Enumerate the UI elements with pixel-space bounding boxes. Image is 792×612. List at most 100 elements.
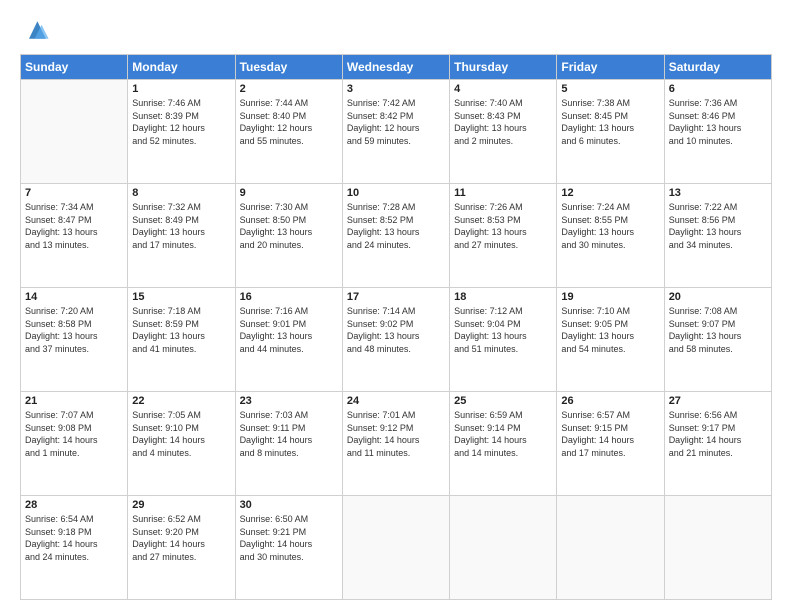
day-info: Sunrise: 7:20 AMSunset: 8:58 PMDaylight:… xyxy=(25,305,123,355)
calendar-cell: 28 Sunrise: 6:54 AMSunset: 9:18 PMDayligh… xyxy=(21,496,128,600)
calendar-week-1: 1Sunrise: 7:46 AMSunset: 8:39 PMDaylight… xyxy=(21,80,772,184)
calendar-week-5: 28 Sunrise: 6:54 AMSunset: 9:18 PMDayligh… xyxy=(21,496,772,600)
day-info: Sunrise: 7:40 AMSunset: 8:43 PMDaylight:… xyxy=(454,97,552,147)
day-info: Sunrise: 7:16 AMSunset: 9:01 PMDaylight:… xyxy=(240,305,338,355)
weekday-header-wednesday: Wednesday xyxy=(342,55,449,80)
logo xyxy=(20,16,50,44)
calendar-cell: 21 Sunrise: 7:07 AMSunset: 9:08 PMDayligh… xyxy=(21,392,128,496)
calendar-cell: 17 Sunrise: 7:14 AMSunset: 9:02 PMDayligh… xyxy=(342,288,449,392)
weekday-header-row: SundayMondayTuesdayWednesdayThursdayFrid… xyxy=(21,55,772,80)
day-number: 23 xyxy=(240,395,338,407)
day-number: 16 xyxy=(240,291,338,303)
day-info: Sunrise: 7:30 AMSunset: 8:50 PMDaylight:… xyxy=(240,201,338,251)
day-info: Sunrise: 6:56 AMSunset: 9:17 PMDaylight:… xyxy=(669,409,767,459)
day-number: 17 xyxy=(347,291,445,303)
day-number: 28 xyxy=(25,499,123,511)
day-info: Sunrise: 7:12 AMSunset: 9:04 PMDaylight:… xyxy=(454,305,552,355)
day-info: Sunrise: 7:07 AMSunset: 9:08 PMDaylight:… xyxy=(25,409,123,459)
weekday-header-saturday: Saturday xyxy=(664,55,771,80)
calendar-cell: 1Sunrise: 7:46 AMSunset: 8:39 PMDaylight… xyxy=(128,80,235,184)
day-number: 19 xyxy=(561,291,659,303)
day-number: 8 xyxy=(132,187,230,199)
calendar-cell: 7 Sunrise: 7:34 AMSunset: 8:47 PMDaylight… xyxy=(21,184,128,288)
calendar-cell: 3 Sunrise: 7:42 AMSunset: 8:42 PMDaylight… xyxy=(342,80,449,184)
header xyxy=(20,16,772,44)
calendar-cell: 4 Sunrise: 7:40 AMSunset: 8:43 PMDaylight… xyxy=(450,80,557,184)
day-number: 26 xyxy=(561,395,659,407)
day-info: Sunrise: 7:24 AMSunset: 8:55 PMDaylight:… xyxy=(561,201,659,251)
calendar-cell xyxy=(450,496,557,600)
day-info: Sunrise: 7:38 AMSunset: 8:45 PMDaylight:… xyxy=(561,97,659,147)
calendar-cell: 30 Sunrise: 6:50 AMSunset: 9:21 PMDayligh… xyxy=(235,496,342,600)
day-info: Sunrise: 7:26 AMSunset: 8:53 PMDaylight:… xyxy=(454,201,552,251)
calendar-cell xyxy=(21,80,128,184)
calendar-cell: 11Sunrise: 7:26 AMSunset: 8:53 PMDayligh… xyxy=(450,184,557,288)
calendar-cell: 26Sunrise: 6:57 AMSunset: 9:15 PMDayligh… xyxy=(557,392,664,496)
calendar-cell: 24 Sunrise: 7:01 AMSunset: 9:12 PMDayligh… xyxy=(342,392,449,496)
calendar-week-3: 14 Sunrise: 7:20 AMSunset: 8:58 PMDayligh… xyxy=(21,288,772,392)
calendar-cell: 6Sunrise: 7:36 AMSunset: 8:46 PMDaylight… xyxy=(664,80,771,184)
day-info: Sunrise: 7:42 AMSunset: 8:42 PMDaylight:… xyxy=(347,97,445,147)
calendar-cell: 10Sunrise: 7:28 AMSunset: 8:52 PMDayligh… xyxy=(342,184,449,288)
day-number: 10 xyxy=(347,187,445,199)
day-number: 21 xyxy=(25,395,123,407)
calendar-cell xyxy=(557,496,664,600)
day-number: 1 xyxy=(132,83,230,95)
day-number: 7 xyxy=(25,187,123,199)
day-info: Sunrise: 6:50 AMSunset: 9:21 PMDaylight:… xyxy=(240,513,338,563)
calendar-cell: 22 Sunrise: 7:05 AMSunset: 9:10 PMDayligh… xyxy=(128,392,235,496)
calendar-cell: 13Sunrise: 7:22 AMSunset: 8:56 PMDayligh… xyxy=(664,184,771,288)
weekday-header-sunday: Sunday xyxy=(21,55,128,80)
day-info: Sunrise: 7:08 AMSunset: 9:07 PMDaylight:… xyxy=(669,305,767,355)
calendar-cell: 19 Sunrise: 7:10 AMSunset: 9:05 PMDayligh… xyxy=(557,288,664,392)
calendar-cell: 9 Sunrise: 7:30 AMSunset: 8:50 PMDaylight… xyxy=(235,184,342,288)
day-info: Sunrise: 7:03 AMSunset: 9:11 PMDaylight:… xyxy=(240,409,338,459)
day-info: Sunrise: 7:14 AMSunset: 9:02 PMDaylight:… xyxy=(347,305,445,355)
calendar-cell: 29 Sunrise: 6:52 AMSunset: 9:20 PMDayligh… xyxy=(128,496,235,600)
calendar-cell: 15Sunrise: 7:18 AMSunset: 8:59 PMDayligh… xyxy=(128,288,235,392)
calendar: SundayMondayTuesdayWednesdayThursdayFrid… xyxy=(20,54,772,600)
day-number: 20 xyxy=(669,291,767,303)
weekday-header-friday: Friday xyxy=(557,55,664,80)
day-info: Sunrise: 7:10 AMSunset: 9:05 PMDaylight:… xyxy=(561,305,659,355)
day-info: Sunrise: 7:01 AMSunset: 9:12 PMDaylight:… xyxy=(347,409,445,459)
calendar-cell: 20 Sunrise: 7:08 AMSunset: 9:07 PMDayligh… xyxy=(664,288,771,392)
day-number: 24 xyxy=(347,395,445,407)
logo-icon xyxy=(22,16,50,44)
calendar-cell xyxy=(664,496,771,600)
calendar-cell: 14 Sunrise: 7:20 AMSunset: 8:58 PMDayligh… xyxy=(21,288,128,392)
calendar-cell: 23 Sunrise: 7:03 AMSunset: 9:11 PMDayligh… xyxy=(235,392,342,496)
calendar-cell: 16 Sunrise: 7:16 AMSunset: 9:01 PMDayligh… xyxy=(235,288,342,392)
day-info: Sunrise: 7:44 AMSunset: 8:40 PMDaylight:… xyxy=(240,97,338,147)
calendar-cell: 18 Sunrise: 7:12 AMSunset: 9:04 PMDayligh… xyxy=(450,288,557,392)
day-number: 13 xyxy=(669,187,767,199)
day-number: 6 xyxy=(669,83,767,95)
day-info: Sunrise: 7:18 AMSunset: 8:59 PMDaylight:… xyxy=(132,305,230,355)
day-number: 9 xyxy=(240,187,338,199)
day-number: 18 xyxy=(454,291,552,303)
day-info: Sunrise: 6:54 AMSunset: 9:18 PMDaylight:… xyxy=(25,513,123,563)
calendar-cell: 27 Sunrise: 6:56 AMSunset: 9:17 PMDayligh… xyxy=(664,392,771,496)
day-number: 4 xyxy=(454,83,552,95)
day-number: 29 xyxy=(132,499,230,511)
weekday-header-tuesday: Tuesday xyxy=(235,55,342,80)
calendar-cell: 25Sunrise: 6:59 AMSunset: 9:14 PMDayligh… xyxy=(450,392,557,496)
day-number: 5 xyxy=(561,83,659,95)
calendar-cell: 5 Sunrise: 7:38 AMSunset: 8:45 PMDaylight… xyxy=(557,80,664,184)
day-number: 3 xyxy=(347,83,445,95)
calendar-cell: 2 Sunrise: 7:44 AMSunset: 8:40 PMDaylight… xyxy=(235,80,342,184)
day-number: 27 xyxy=(669,395,767,407)
day-number: 12 xyxy=(561,187,659,199)
calendar-cell: 8Sunrise: 7:32 AMSunset: 8:49 PMDaylight… xyxy=(128,184,235,288)
day-info: Sunrise: 7:05 AMSunset: 9:10 PMDaylight:… xyxy=(132,409,230,459)
day-number: 30 xyxy=(240,499,338,511)
weekday-header-monday: Monday xyxy=(128,55,235,80)
weekday-header-thursday: Thursday xyxy=(450,55,557,80)
day-number: 2 xyxy=(240,83,338,95)
day-info: Sunrise: 6:52 AMSunset: 9:20 PMDaylight:… xyxy=(132,513,230,563)
day-number: 14 xyxy=(25,291,123,303)
day-info: Sunrise: 7:34 AMSunset: 8:47 PMDaylight:… xyxy=(25,201,123,251)
calendar-body: 1Sunrise: 7:46 AMSunset: 8:39 PMDaylight… xyxy=(21,80,772,600)
day-number: 22 xyxy=(132,395,230,407)
calendar-week-2: 7 Sunrise: 7:34 AMSunset: 8:47 PMDaylight… xyxy=(21,184,772,288)
